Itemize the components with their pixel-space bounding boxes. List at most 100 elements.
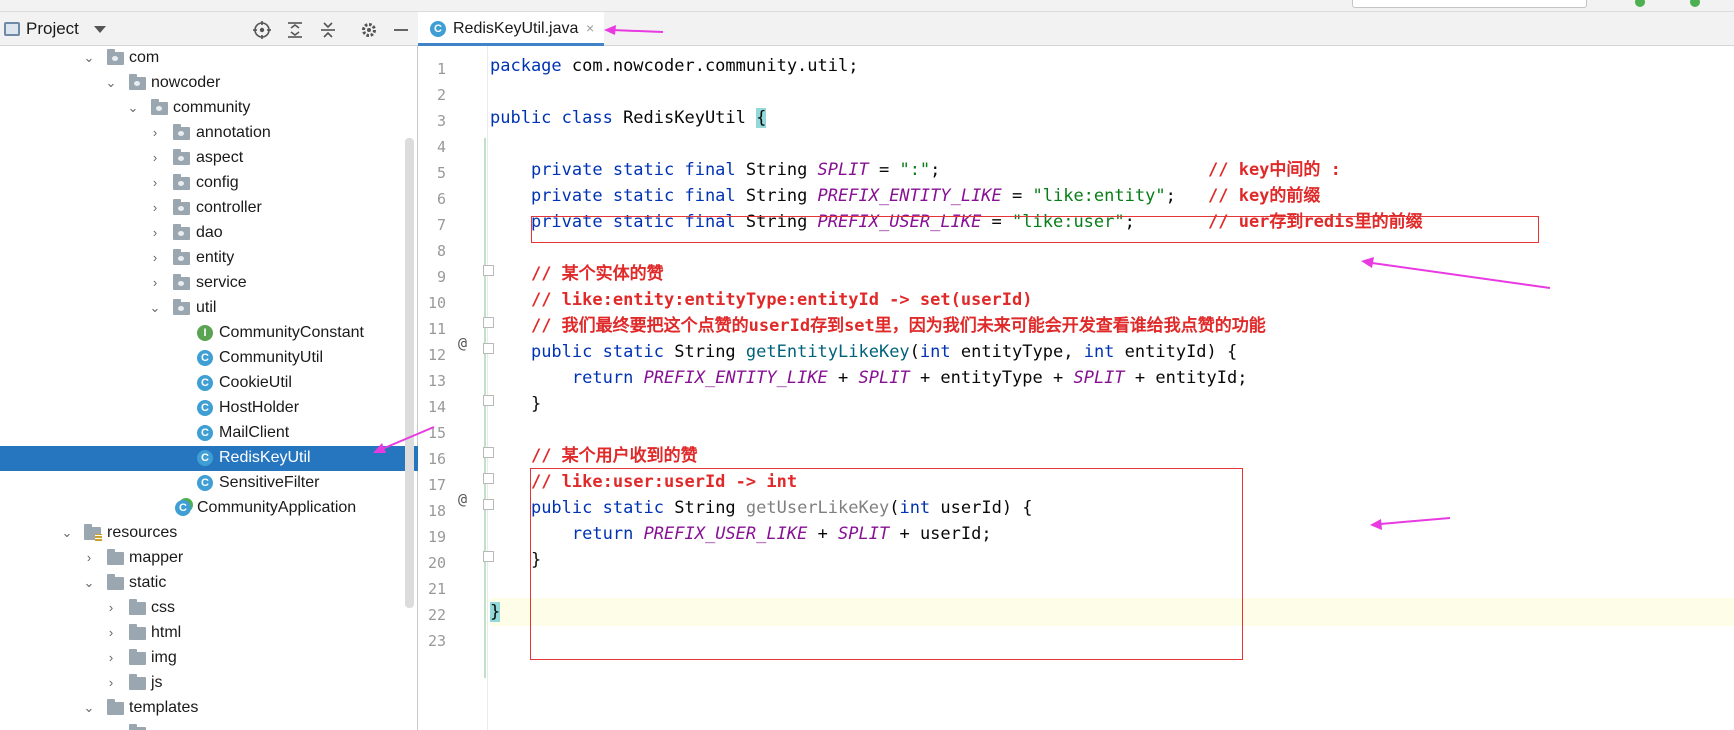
tree-item-entity[interactable]: › entity [0, 246, 418, 271]
project-panel-header: Project [0, 12, 418, 46]
chevron-right-icon[interactable]: › [148, 275, 162, 291]
search-everywhere-field[interactable] [1352, 0, 1587, 8]
chevron-right-icon[interactable]: › [148, 250, 162, 266]
operator: = [1001, 186, 1033, 206]
tree-item-rediskeyutil[interactable]: C RedisKeyUtil [0, 446, 418, 471]
chevron-right-icon[interactable]: › [148, 175, 162, 191]
project-panel-title[interactable]: Project [26, 19, 79, 39]
tree-item-community[interactable]: ⌄ community [0, 96, 418, 121]
tree-item-communityconstant[interactable]: I CommunityConstant [0, 321, 418, 346]
chevron-right-icon[interactable]: › [148, 125, 162, 141]
code-line-1: package com.nowcoder.community.util; [490, 52, 1734, 80]
tree-item-com[interactable]: ⌄ com [0, 46, 418, 71]
tree-item-label: community [173, 99, 251, 116]
tree-item-label: img [151, 649, 177, 666]
tree-item-label: CommunityConstant [219, 324, 364, 341]
chevron-right-icon[interactable]: › [104, 600, 118, 616]
tree-item-nowcoder[interactable]: ⌄ nowcoder [0, 71, 418, 96]
chevron-down-icon[interactable]: ⌄ [60, 525, 74, 541]
line-number: 5 [436, 164, 446, 182]
chevron-right-icon[interactable]: › [104, 675, 118, 691]
tree-item-label: css [151, 599, 175, 616]
tree-item-sensitivefilter[interactable]: C SensitiveFilter [0, 471, 418, 496]
tree-item-aspect[interactable]: › aspect [0, 146, 418, 171]
override-gutter-icon[interactable]: @ [458, 490, 467, 508]
code-line-6: private static final String PREFIX_ENTIT… [490, 182, 1734, 210]
tree-item-service[interactable]: › service [0, 271, 418, 296]
chevron-right-icon[interactable]: › [104, 625, 118, 641]
tree-item-templates[interactable]: ⌄ templates [0, 696, 418, 721]
chevron-down-icon[interactable]: ⌄ [82, 50, 96, 66]
tree-item-css[interactable]: › css [0, 596, 418, 621]
folder-icon [129, 649, 146, 665]
tree-item-html[interactable]: › html [0, 621, 418, 646]
tree-item-communityutil[interactable]: C CommunityUtil [0, 346, 418, 371]
line-number: 11 [427, 320, 446, 338]
minimize-icon[interactable] [390, 19, 412, 41]
chevron-right-icon[interactable]: › [148, 200, 162, 216]
tree-item-hostholder[interactable]: C HostHolder [0, 396, 418, 421]
chevron-down-icon[interactable]: ⌄ [148, 300, 162, 316]
tree-item-controller[interactable]: › controller [0, 196, 418, 221]
code-editor: C RedisKeyUtil.java × 1 2 3 4 5 6 7 8 9 … [418, 12, 1734, 730]
tree-item-mapper[interactable]: › mapper [0, 546, 418, 571]
tree-item-label: CommunityUtil [219, 349, 324, 366]
tree-item-communityapplication[interactable]: C CommunityApplication [0, 496, 418, 521]
tree-item-mailclient[interactable]: C MailClient [0, 421, 418, 446]
line-number: 13 [427, 372, 446, 390]
package-folder-icon [173, 299, 190, 315]
tree-item-annotation[interactable]: › annotation [0, 121, 418, 146]
locate-icon[interactable] [251, 19, 273, 41]
debug-icon[interactable] [1690, 0, 1700, 7]
tree-item-cookieutil[interactable]: C CookieUtil [0, 371, 418, 396]
tree-item-img[interactable]: › img [0, 646, 418, 671]
run-icon[interactable] [1635, 0, 1645, 7]
gutter-scope-line [484, 138, 486, 678]
folder-icon [107, 699, 124, 715]
project-tree-scrollbar[interactable] [405, 138, 414, 608]
constant-ref: PREFIX_ENTITY_LIKE [643, 368, 828, 388]
tab-rediskeyutil[interactable]: C RedisKeyUtil.java × [418, 12, 604, 46]
chevron-down-icon[interactable]: ⌄ [82, 700, 96, 716]
highlight-box-user-prefix [531, 216, 1539, 243]
tree-item-partial[interactable]: › [0, 721, 418, 730]
tree-item-js[interactable]: › js [0, 671, 418, 696]
code-line-12: public static String getEntityLikeKey(in… [490, 338, 1734, 366]
chevron-right-icon[interactable]: › [104, 725, 118, 730]
project-tree: ⌄ com ⌄ nowcoder ⌄ community › annotatio… [0, 46, 418, 730]
chevron-right-icon[interactable]: › [148, 225, 162, 241]
constant-ref: SPLIT [1073, 368, 1125, 388]
constant-name: SPLIT [817, 160, 869, 180]
tree-item-label: js [151, 674, 163, 691]
class-icon: C [197, 425, 213, 441]
tree-item-dao[interactable]: › dao [0, 221, 418, 246]
chevron-right-icon[interactable]: › [82, 550, 96, 566]
tree-item-label: RedisKeyUtil [219, 449, 311, 466]
tree-item-resources[interactable]: ⌄ resources [0, 521, 418, 546]
class-icon: C [197, 375, 213, 391]
collapse-all-icon[interactable] [317, 19, 339, 41]
close-icon[interactable]: × [586, 20, 594, 36]
chevron-right-icon[interactable]: › [104, 650, 118, 666]
override-gutter-icon[interactable]: @ [458, 334, 467, 352]
tree-item-label: CookieUtil [219, 374, 292, 391]
interface-icon: I [197, 325, 213, 341]
chevron-down-icon[interactable]: ⌄ [126, 100, 140, 116]
package-folder-icon [173, 174, 190, 190]
code-comment: // 某个用户收到的赞 [530, 446, 698, 466]
gear-icon[interactable] [358, 19, 380, 41]
chevron-down-icon[interactable]: ⌄ [82, 575, 96, 591]
expand-all-icon[interactable] [284, 19, 306, 41]
line-number: 2 [436, 86, 446, 104]
chevron-down-icon[interactable] [94, 26, 106, 33]
chevron-down-icon[interactable]: ⌄ [104, 75, 118, 91]
line-number: 6 [436, 190, 446, 208]
tree-item-static[interactable]: ⌄ static [0, 571, 418, 596]
code-line-14: } [490, 390, 1734, 418]
line-number: 10 [427, 294, 446, 312]
param-name: entityType, [950, 342, 1084, 362]
chevron-right-icon[interactable]: › [148, 150, 162, 166]
tab-label: RedisKeyUtil.java [453, 20, 579, 37]
tree-item-util[interactable]: ⌄ util [0, 296, 418, 321]
tree-item-config[interactable]: › config [0, 171, 418, 196]
